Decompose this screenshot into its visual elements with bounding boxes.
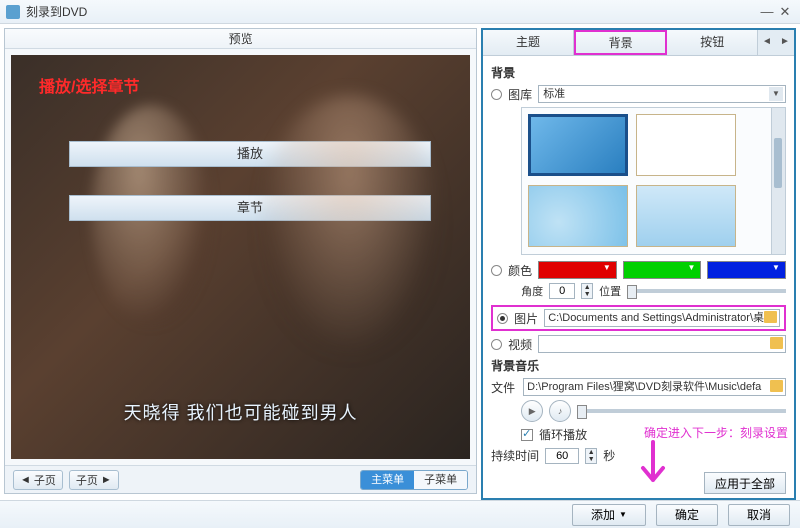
duration-input[interactable] xyxy=(545,448,579,464)
label-position: 位置 xyxy=(599,283,621,299)
cancel-button[interactable]: 取消 xyxy=(728,504,790,526)
label-file: 文件 xyxy=(491,379,517,396)
bg-thumb-1[interactable] xyxy=(528,114,628,176)
music-slider[interactable] xyxy=(577,409,786,413)
tab-scroll-right[interactable]: ► xyxy=(776,30,794,55)
thumb-scrollbar[interactable] xyxy=(771,108,785,254)
minimize-button[interactable]: — xyxy=(758,4,776,19)
music-play-button[interactable]: ▶ xyxy=(521,400,543,422)
preview-pane: 预览 播放/选择章节 播放 章节 天晓得 我们也可能碰到男人 ◄子页 子页► 主… xyxy=(4,28,477,494)
apply-all-button[interactable]: 应用于全部 xyxy=(704,472,786,494)
tab-button[interactable]: 按钮 xyxy=(667,30,758,55)
close-button[interactable]: ✕ xyxy=(776,4,794,20)
bg-thumb-2[interactable] xyxy=(636,114,736,176)
color-swatch-2[interactable] xyxy=(623,261,702,279)
radio-video[interactable] xyxy=(491,339,502,350)
image-path-input[interactable]: C:\Documents and Settings\Administrator\… xyxy=(544,309,780,327)
bg-thumb-4[interactable] xyxy=(636,185,736,247)
tab-theme[interactable]: 主题 xyxy=(483,30,574,55)
preview-header: 预览 xyxy=(5,29,476,49)
menu-play-button[interactable]: 播放 xyxy=(69,141,431,167)
angle-spinner[interactable]: ▲▼ xyxy=(581,283,593,299)
label-image: 图片 xyxy=(514,310,538,327)
radio-color[interactable] xyxy=(491,265,502,276)
subpage-next-button[interactable]: 子页► xyxy=(69,470,119,490)
add-button[interactable]: 添加▼ xyxy=(572,504,646,526)
label-video: 视频 xyxy=(508,336,532,353)
bottom-bar: 添加▼ 确定 取消 xyxy=(0,500,800,528)
section-background: 背景 xyxy=(491,64,786,81)
folder-icon[interactable] xyxy=(764,311,777,323)
window-title: 刻录到DVD xyxy=(26,3,87,20)
library-select[interactable]: 标准 xyxy=(538,85,786,103)
title-bar: 刻录到DVD — ✕ xyxy=(0,0,800,24)
app-icon xyxy=(6,5,20,19)
settings-pane: 主题 背景 按钮 ◄ ► 背景 图库 标准 颜色 xyxy=(481,28,796,500)
label-color: 颜色 xyxy=(508,262,532,279)
ok-button[interactable]: 确定 xyxy=(656,504,718,526)
label-angle: 角度 xyxy=(521,283,543,299)
loop-checkbox[interactable] xyxy=(521,429,533,441)
preview-video: 播放/选择章节 播放 章节 天晓得 我们也可能碰到男人 xyxy=(11,55,470,459)
tabs: 主题 背景 按钮 ◄ ► xyxy=(483,30,794,56)
folder-icon[interactable] xyxy=(770,380,783,392)
tab-background[interactable]: 背景 xyxy=(574,30,668,55)
subpage-prev-button[interactable]: ◄子页 xyxy=(13,470,63,490)
video-subtitle: 天晓得 我们也可能碰到男人 xyxy=(11,399,470,425)
angle-input[interactable] xyxy=(549,283,575,299)
bg-thumb-3[interactable] xyxy=(528,185,628,247)
radio-library[interactable] xyxy=(491,89,502,100)
music-note-button[interactable]: ♪ xyxy=(549,400,571,422)
label-library: 图库 xyxy=(508,86,532,103)
section-music: 背景音乐 xyxy=(491,357,786,374)
position-slider[interactable] xyxy=(627,289,786,293)
menu-chapter-button[interactable]: 章节 xyxy=(69,195,431,221)
music-path-input[interactable]: D:\Program Files\狸窝\DVD刻录软件\Music\defa xyxy=(523,378,786,396)
overlay-annotation: 播放/选择章节 xyxy=(39,73,139,97)
arrow-icon xyxy=(633,440,673,500)
annotation-next-step: 确定进入下一步：刻录设置 xyxy=(644,424,788,441)
color-swatch-1[interactable] xyxy=(538,261,617,279)
seg-main-menu[interactable]: 主菜单 xyxy=(361,471,414,489)
tab-scroll-left[interactable]: ◄ xyxy=(758,30,776,55)
color-swatch-3[interactable] xyxy=(707,261,786,279)
menu-segment: 主菜单 子菜单 xyxy=(360,470,468,490)
label-loop: 循环播放 xyxy=(539,426,587,443)
background-thumbnails xyxy=(521,107,786,255)
label-seconds: 秒 xyxy=(603,447,615,464)
duration-spinner[interactable]: ▲▼ xyxy=(585,448,597,464)
radio-image[interactable] xyxy=(497,313,508,324)
seg-sub-menu[interactable]: 子菜单 xyxy=(414,471,467,489)
image-option-highlight: 图片 C:\Documents and Settings\Administrat… xyxy=(491,305,786,331)
label-duration: 持续时间 xyxy=(491,447,539,464)
video-path-input[interactable] xyxy=(538,335,786,353)
folder-icon[interactable] xyxy=(770,337,783,349)
